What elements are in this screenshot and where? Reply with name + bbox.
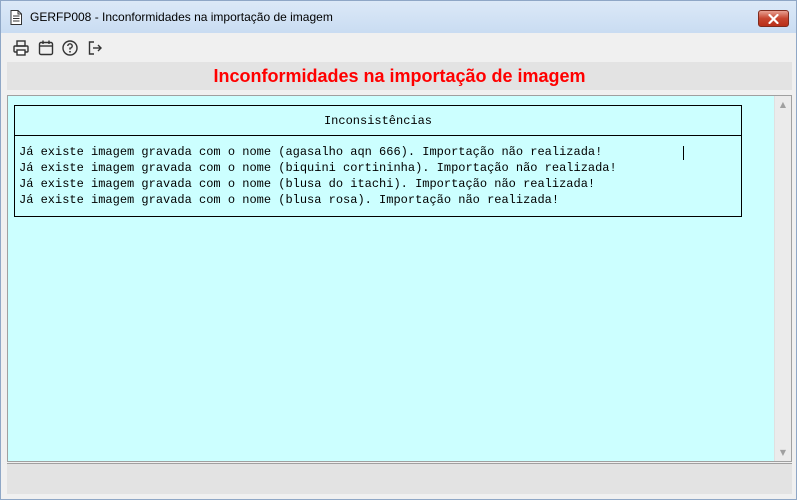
content-area: Inconsistências Já existe imagem gravada… — [7, 95, 792, 462]
message-line: Já existe imagem gravada com o nome (biq… — [19, 161, 617, 175]
document-icon — [10, 10, 22, 25]
close-button[interactable] — [758, 10, 789, 27]
help-button[interactable] — [60, 38, 80, 58]
message-line: Já existe imagem gravada com o nome (aga… — [19, 145, 603, 159]
calendar-button[interactable] — [36, 38, 56, 58]
calendar-icon — [38, 40, 54, 56]
help-icon — [62, 40, 78, 56]
title-bar[interactable]: GERFP008 - Inconformidades na importação… — [1, 1, 796, 33]
message-line: Já existe imagem gravada com o nome (blu… — [19, 177, 596, 191]
app-window: GERFP008 - Inconformidades na importação… — [0, 0, 797, 500]
panel-heading: Inconsistências — [15, 106, 741, 136]
vertical-scrollbar[interactable]: ▲ ▼ — [774, 96, 791, 461]
exit-icon — [88, 41, 102, 55]
text-caret — [683, 146, 684, 160]
print-button[interactable] — [11, 38, 31, 58]
status-bar — [7, 463, 792, 494]
printer-icon — [13, 40, 29, 56]
exit-button[interactable] — [85, 38, 105, 58]
header-band: Inconformidades na importação de imagem — [7, 62, 792, 90]
window-title: GERFP008 - Inconformidades na importação… — [30, 10, 333, 24]
scroll-up-arrow-icon[interactable]: ▲ — [775, 96, 791, 112]
message-line: Já existe imagem gravada com o nome (blu… — [19, 193, 560, 207]
toolbar — [7, 34, 792, 62]
message-list[interactable]: Já existe imagem gravada com o nome (aga… — [15, 136, 741, 208]
scroll-down-arrow-icon[interactable]: ▼ — [775, 444, 791, 460]
inconsistencies-panel: Inconsistências Já existe imagem gravada… — [14, 105, 742, 217]
page-title: Inconformidades na importação de imagem — [213, 65, 586, 86]
close-icon — [768, 13, 779, 24]
